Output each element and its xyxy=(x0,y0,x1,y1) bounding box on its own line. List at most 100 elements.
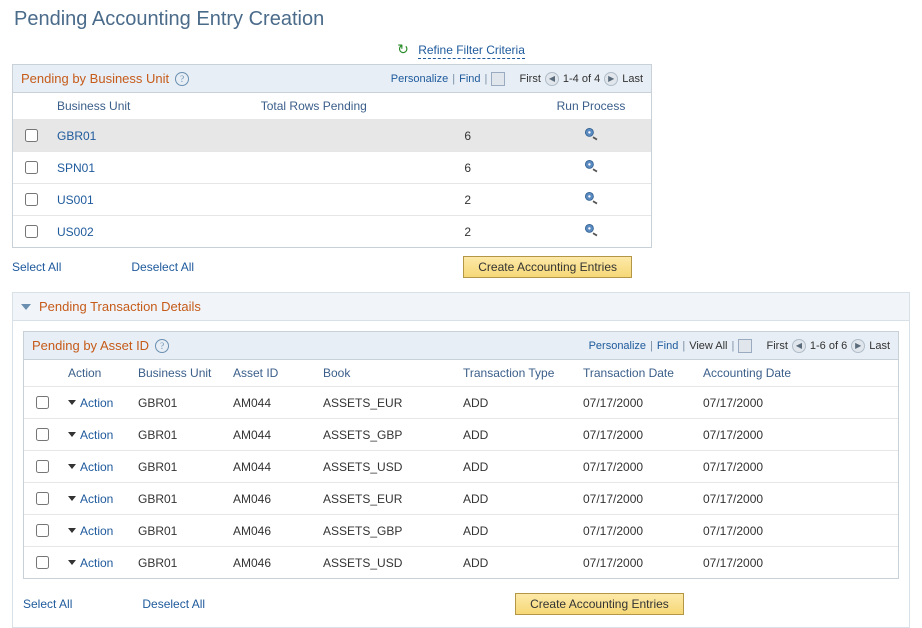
action-dropdown[interactable]: Action xyxy=(68,460,122,474)
action-dropdown[interactable]: Action xyxy=(68,524,122,538)
action-dropdown[interactable]: Action xyxy=(68,492,122,506)
action-dropdown[interactable]: Action xyxy=(68,396,122,410)
col-asset-id[interactable]: Asset ID xyxy=(225,360,315,387)
create-accounting-entries-button[interactable]: Create Accounting Entries xyxy=(463,256,632,278)
prev-arrow-icon[interactable]: ◀ xyxy=(792,339,806,353)
nav-range: 1-6 of 6 xyxy=(810,340,847,352)
nav-first[interactable]: First xyxy=(767,340,788,352)
row-checkbox[interactable] xyxy=(36,524,49,537)
cell-transaction-date: 07/17/2000 xyxy=(575,547,695,579)
col-rows-pending[interactable]: Total Rows Pending xyxy=(253,93,531,120)
next-arrow-icon[interactable]: ▶ xyxy=(604,72,618,86)
asset-grid: Pending by Asset ID ? Personalize | Find… xyxy=(23,331,899,579)
cell-business-unit: GBR01 xyxy=(130,515,225,547)
cell-accounting-date: 07/17/2000 xyxy=(695,387,898,419)
refine-filter-link[interactable]: Refine Filter Criteria xyxy=(418,43,525,59)
personalize-link[interactable]: Personalize xyxy=(589,340,646,352)
run-process-icon[interactable] xyxy=(583,163,599,177)
cell-book: ASSETS_EUR xyxy=(315,483,455,515)
cell-business-unit: GBR01 xyxy=(130,483,225,515)
cell-asset-id: AM044 xyxy=(225,387,315,419)
deselect-all-link[interactable]: Deselect All xyxy=(142,597,205,611)
cell-asset-id: AM046 xyxy=(225,483,315,515)
cell-transaction-date: 07/17/2000 xyxy=(575,387,695,419)
help-icon[interactable]: ? xyxy=(175,72,189,86)
col-accounting-date[interactable]: Accounting Date xyxy=(695,360,898,387)
action-dropdown[interactable]: Action xyxy=(68,556,122,570)
col-business-unit[interactable]: Business Unit xyxy=(49,93,253,120)
cell-transaction-date: 07/17/2000 xyxy=(575,515,695,547)
col-action[interactable]: Action xyxy=(60,360,130,387)
row-checkbox[interactable] xyxy=(25,225,38,238)
cell-business-unit: GBR01 xyxy=(130,451,225,483)
row-checkbox[interactable] xyxy=(25,161,38,174)
cell-transaction-date: 07/17/2000 xyxy=(575,451,695,483)
row-checkbox[interactable] xyxy=(36,428,49,441)
col-transaction-date[interactable]: Transaction Date xyxy=(575,360,695,387)
row-checkbox[interactable] xyxy=(25,193,38,206)
business-unit-link[interactable]: US001 xyxy=(57,193,94,207)
cell-accounting-date: 07/17/2000 xyxy=(695,547,898,579)
cell-business-unit: GBR01 xyxy=(130,419,225,451)
pending-count: 2 xyxy=(253,216,531,248)
zoom-grid-icon[interactable] xyxy=(491,72,505,86)
personalize-link[interactable]: Personalize xyxy=(391,73,448,85)
row-checkbox[interactable] xyxy=(25,129,38,142)
select-all-link[interactable]: Select All xyxy=(12,260,61,274)
col-business-unit[interactable]: Business Unit xyxy=(130,360,225,387)
table-row: ActionGBR01AM044ASSETS_GBPADD07/17/20000… xyxy=(24,419,898,451)
section-header[interactable]: Pending Transaction Details xyxy=(13,293,909,321)
cell-asset-id: AM044 xyxy=(225,451,315,483)
dropdown-arrow-icon xyxy=(68,464,76,469)
view-all-link[interactable]: View All xyxy=(689,340,727,352)
row-checkbox[interactable] xyxy=(36,460,49,473)
action-dropdown[interactable]: Action xyxy=(68,428,122,442)
nav-range: 1-4 of 4 xyxy=(563,73,600,85)
nav-first[interactable]: First xyxy=(520,73,541,85)
nav-last[interactable]: Last xyxy=(622,73,643,85)
business-unit-link[interactable]: SPN01 xyxy=(57,161,95,175)
prev-arrow-icon[interactable]: ◀ xyxy=(545,72,559,86)
nav-last[interactable]: Last xyxy=(869,340,890,352)
col-run-process[interactable]: Run Process xyxy=(531,93,651,120)
cell-book: ASSETS_GBP xyxy=(315,515,455,547)
pending-count: 2 xyxy=(253,184,531,216)
table-row: US002 2 xyxy=(13,216,651,248)
cell-transaction-type: ADD xyxy=(455,387,575,419)
deselect-all-link[interactable]: Deselect All xyxy=(131,260,194,274)
help-icon[interactable]: ? xyxy=(155,339,169,353)
section-title: Pending Transaction Details xyxy=(39,299,201,314)
row-checkbox[interactable] xyxy=(36,492,49,505)
dropdown-arrow-icon xyxy=(68,560,76,565)
row-checkbox[interactable] xyxy=(36,556,49,569)
pending-count: 6 xyxy=(253,120,531,152)
separator: | xyxy=(682,340,685,352)
cell-accounting-date: 07/17/2000 xyxy=(695,515,898,547)
bu-table: Business Unit Total Rows Pending Run Pro… xyxy=(13,93,651,247)
next-arrow-icon[interactable]: ▶ xyxy=(851,339,865,353)
find-link[interactable]: Find xyxy=(459,73,480,85)
zoom-grid-icon[interactable] xyxy=(738,339,752,353)
row-checkbox[interactable] xyxy=(36,396,49,409)
create-accounting-entries-button[interactable]: Create Accounting Entries xyxy=(515,593,684,615)
refresh-icon[interactable]: ↻ xyxy=(397,41,409,58)
cell-asset-id: AM044 xyxy=(225,419,315,451)
cell-transaction-date: 07/17/2000 xyxy=(575,483,695,515)
business-unit-link[interactable]: US002 xyxy=(57,225,94,239)
dropdown-arrow-icon xyxy=(68,400,76,405)
dropdown-arrow-icon xyxy=(68,496,76,501)
select-all-link[interactable]: Select All xyxy=(23,597,72,611)
find-link[interactable]: Find xyxy=(657,340,678,352)
table-row: US001 2 xyxy=(13,184,651,216)
col-book[interactable]: Book xyxy=(315,360,455,387)
table-row: ActionGBR01AM044ASSETS_EURADD07/17/20000… xyxy=(24,387,898,419)
table-row: GBR01 6 xyxy=(13,120,651,152)
run-process-icon[interactable] xyxy=(583,227,599,241)
cell-accounting-date: 07/17/2000 xyxy=(695,451,898,483)
table-row: ActionGBR01AM044ASSETS_USDADD07/17/20000… xyxy=(24,451,898,483)
col-transaction-type[interactable]: Transaction Type xyxy=(455,360,575,387)
run-process-icon[interactable] xyxy=(583,131,599,145)
business-unit-link[interactable]: GBR01 xyxy=(57,129,96,143)
run-process-icon[interactable] xyxy=(583,195,599,209)
cell-book: ASSETS_USD xyxy=(315,451,455,483)
